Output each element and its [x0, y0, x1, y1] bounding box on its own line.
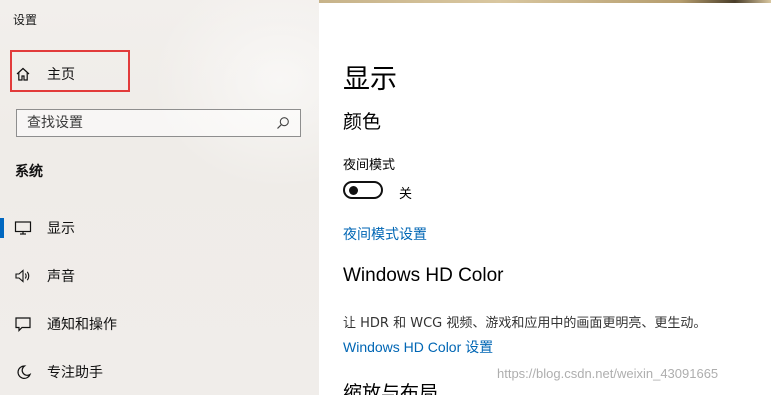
monitor-icon [14, 219, 32, 237]
sidebar-item-notifications[interactable]: 通知和操作 [0, 309, 319, 339]
search-box [16, 109, 301, 137]
moon-icon [14, 363, 32, 381]
window-top-strip [319, 0, 771, 3]
hd-color-settings-link[interactable]: Windows HD Color 设置 [343, 337, 493, 357]
notification-icon [14, 315, 32, 333]
speaker-icon [14, 267, 32, 285]
sidebar-item-sound[interactable]: 声音 [0, 261, 319, 291]
sidebar-item-display[interactable]: 显示 [0, 213, 319, 243]
watermark: https://blog.csdn.net/weixin_43091665 [497, 366, 719, 381]
hd-color-description: 让 HDR 和 WCG 视频、游戏和应用中的画面更明亮、更生动。 [343, 316, 707, 331]
settings-sidebar: 设置 主页 系统 显示 [0, 0, 319, 395]
sidebar-item-label: 通知和操作 [47, 317, 117, 333]
hd-color-heading: Windows HD Color [343, 265, 504, 286]
night-mode-state: 关 [399, 187, 413, 202]
search-icon[interactable] [272, 112, 294, 134]
sidebar-item-label: 主页 [47, 67, 75, 83]
active-indicator [0, 218, 4, 238]
app-title: 设置 [13, 13, 38, 27]
night-mode-settings-link[interactable]: 夜间模式设置 [343, 224, 427, 244]
toggle-knob [349, 186, 358, 195]
page-title: 显示 [343, 64, 397, 95]
sidebar-item-label: 显示 [47, 221, 75, 237]
color-heading: 颜色 [343, 111, 382, 133]
search-input[interactable] [17, 110, 272, 136]
sidebar-item-focus-assist[interactable]: 专注助手 [0, 357, 319, 387]
night-mode-toggle[interactable] [343, 181, 383, 199]
settings-content: 显示 颜色 夜间模式 关 夜间模式设置 Windows HD Color 让 H… [319, 0, 771, 395]
scale-layout-heading: 缩放与布局 [343, 382, 439, 395]
sidebar-item-label: 声音 [47, 269, 75, 285]
sidebar-item-home[interactable]: 主页 [14, 62, 75, 86]
sidebar-section-title: 系统 [15, 164, 43, 180]
night-mode-label: 夜间模式 [343, 158, 396, 173]
home-icon [14, 65, 32, 83]
sidebar-item-label: 专注助手 [47, 365, 103, 381]
